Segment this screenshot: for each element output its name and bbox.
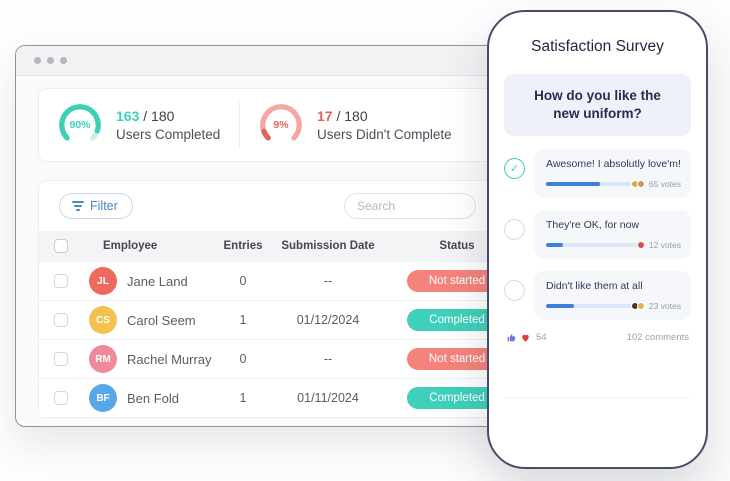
survey-title: Satisfaction Survey xyxy=(531,38,664,55)
row-checkbox[interactable] xyxy=(54,313,68,327)
dashboard-window: 90% 163 / 180 Users Completed 9% 17 / 18… xyxy=(15,45,520,427)
question-card: How do you like the new uniform? xyxy=(504,74,691,137)
completed-percent: 90% xyxy=(69,119,91,131)
window-dot-icon xyxy=(60,57,67,64)
vote-count: 12 votes xyxy=(648,240,681,251)
search-input[interactable] xyxy=(344,193,476,219)
avatar: RM xyxy=(89,345,117,373)
results-table-card: Filter Employee Entries Submission Date … xyxy=(38,180,507,418)
divider xyxy=(504,397,691,399)
vote-progress-bar xyxy=(546,304,633,309)
table-row: RM Rachel Murray 0 -- Not started xyxy=(39,339,507,378)
avatar: JL xyxy=(89,267,117,295)
vote-progress-bar xyxy=(546,182,633,187)
not-completed-value: 17 xyxy=(317,108,333,124)
table-row: JL Jane Land 0 -- Not started xyxy=(39,261,507,300)
option-label: Didn't like them at all xyxy=(546,280,643,293)
employee-name: Carol Seem xyxy=(127,312,196,328)
stats-card: 90% 163 / 180 Users Completed 9% 17 / 18… xyxy=(38,88,497,162)
submission-date-value: -- xyxy=(323,352,333,366)
table-row: BF Ben Fold 1 01/11/2024 Completed xyxy=(39,378,507,417)
reactions-button[interactable]: 54 xyxy=(506,332,547,343)
completed-label: Users Completed xyxy=(116,127,221,142)
avatar: CS xyxy=(89,306,117,334)
table-row: CS Carol Seem 1 01/12/2024 Completed xyxy=(39,300,507,339)
poll-option-1[interactable]: ✓ Awesome! I absolutly love'm! 65 votes xyxy=(504,149,691,199)
like-count: 54 xyxy=(536,332,547,344)
vote-count: 65 votes xyxy=(648,179,681,190)
row-checkbox[interactable] xyxy=(54,352,68,366)
header-employee: Employee xyxy=(103,240,158,252)
voter-avatars xyxy=(636,241,645,250)
row-checkbox[interactable] xyxy=(54,391,68,405)
employee-name: Jane Land xyxy=(127,273,188,289)
not-completed-label: Users Didn't Complete xyxy=(317,127,452,142)
submission-date-value: 01/12/2024 xyxy=(296,313,360,327)
entries-value: 0 xyxy=(239,274,247,288)
window-dot-icon xyxy=(47,57,54,64)
header-submission-date: Submission Date xyxy=(281,240,375,252)
not-completed-percent: 9% xyxy=(273,119,289,131)
heart-icon xyxy=(522,335,529,343)
poll-option-2[interactable]: They're OK, for now 12 votes xyxy=(504,210,691,260)
table-header-row: Employee Entries Submission Date Status xyxy=(39,231,496,261)
phone-mockup: Satisfaction Survey How do you like the … xyxy=(487,10,708,469)
stat-users-not-completed: 9% 17 / 180 Users Didn't Complete xyxy=(240,102,452,148)
radio-unchecked-icon[interactable] xyxy=(504,280,525,302)
header-entries: Entries xyxy=(223,240,263,252)
window-dot-icon xyxy=(34,57,41,64)
not-completed-gauge: 9% xyxy=(258,102,304,148)
submission-date-value: 01/11/2024 xyxy=(297,391,359,405)
vote-count: 23 votes xyxy=(648,301,681,312)
entries-value: 1 xyxy=(239,313,247,327)
completed-gauge: 90% xyxy=(57,102,103,148)
radio-checked-icon[interactable]: ✓ xyxy=(504,158,525,180)
avatar: BF xyxy=(89,384,117,412)
filter-button-label: Filter xyxy=(90,199,118,213)
completed-total: / 180 xyxy=(139,108,175,124)
option-label: They're OK, for now xyxy=(546,219,640,232)
not-completed-total: / 180 xyxy=(332,108,368,124)
employee-name: Rachel Murray xyxy=(127,351,212,367)
thumbs-up-icon xyxy=(507,334,516,342)
question-text: How do you like the new uniform? xyxy=(534,88,661,122)
select-all-checkbox[interactable] xyxy=(54,239,68,253)
radio-unchecked-icon[interactable] xyxy=(504,219,525,241)
row-checkbox[interactable] xyxy=(54,274,68,288)
employee-name: Ben Fold xyxy=(127,390,180,406)
vote-progress-bar xyxy=(546,243,639,248)
submission-date-value: -- xyxy=(323,274,333,288)
completed-value: 163 xyxy=(116,108,140,124)
filter-icon xyxy=(72,201,84,211)
voter-avatars xyxy=(630,180,645,189)
filter-button[interactable]: Filter xyxy=(59,193,133,219)
poll-option-3[interactable]: Didn't like them at all 23 votes xyxy=(504,271,691,321)
entries-value: 1 xyxy=(239,391,247,405)
option-label: Awesome! I absolutly love'm! xyxy=(546,158,681,171)
entries-value: 0 xyxy=(239,352,247,366)
stat-users-completed: 90% 163 / 180 Users Completed xyxy=(39,102,239,148)
window-titlebar xyxy=(16,46,519,76)
voter-avatars xyxy=(630,302,645,311)
comments-link[interactable]: 102 comments xyxy=(627,332,689,343)
